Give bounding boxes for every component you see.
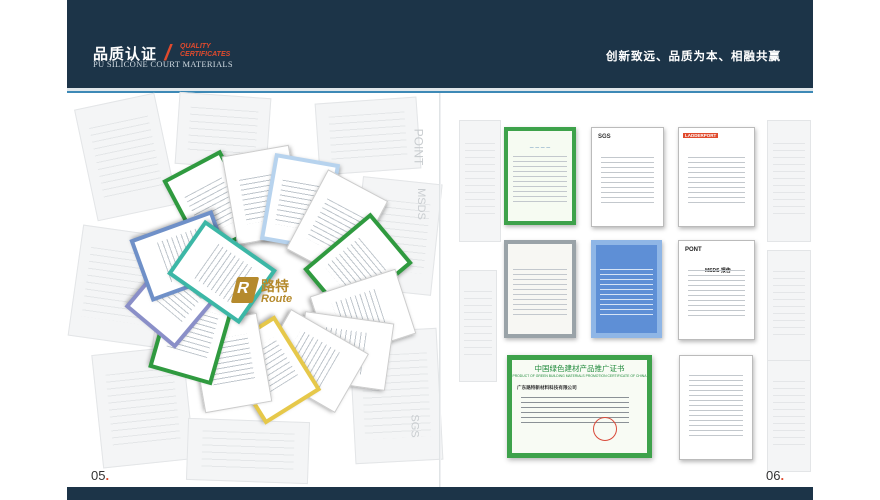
bg-certificate xyxy=(459,120,501,242)
bg-certificate xyxy=(459,270,497,382)
green-cert-company: 广东路特新材料科技有限公司 xyxy=(517,386,577,391)
title-en-line-1: QUALITY xyxy=(180,43,211,50)
sgs-report-card: SGS xyxy=(591,127,664,227)
footer-band xyxy=(67,487,813,500)
section-title-en: QUALITY CERTIFICATES xyxy=(180,43,240,59)
bg-certificate xyxy=(185,417,311,485)
bg-certificate xyxy=(767,250,811,362)
certificate-card-grey xyxy=(504,240,576,338)
bg-text-msds: MSDS xyxy=(414,188,427,220)
company-slogan: 创新致远、品质为本、相融共赢 xyxy=(606,49,781,63)
green-building-certificate: 中国绿色建材产品推广证书 PRODUCT OF GREEN BUILDING M… xyxy=(507,355,652,458)
route-logo: R 路特 Route xyxy=(230,275,308,305)
bg-text-point: POINT xyxy=(411,128,426,166)
section-subtitle-en: PU SILICONE COURT MATERIALS xyxy=(93,59,233,69)
bg-certificate xyxy=(767,120,811,242)
bg-text-sgs: SGS xyxy=(408,414,421,438)
brochure-spread: 品质认证 / QUALITY CERTIFICATES PU SILICONE … xyxy=(67,0,813,500)
page-number-left: 05. xyxy=(91,468,110,483)
ladderport-report-card: LADDERPORT xyxy=(678,127,755,227)
rohs-certificate-card xyxy=(591,240,662,338)
test-report-card xyxy=(679,355,753,460)
bg-certificate xyxy=(74,92,178,222)
page-gutter xyxy=(439,93,441,487)
bg-certificate xyxy=(767,360,811,472)
page-number-right: 06. xyxy=(766,468,785,483)
green-certificate-card: — — — — xyxy=(504,127,576,225)
header-band: 品质认证 / QUALITY CERTIFICATES PU SILICONE … xyxy=(67,0,813,88)
route-logo-en: Route xyxy=(261,293,293,305)
msds-report-card: PONT MSDS 报告 xyxy=(678,240,755,340)
red-seal xyxy=(593,417,617,441)
title-en-line-2: CERTIFICATES xyxy=(180,51,231,58)
route-logo-mark: R xyxy=(230,277,260,303)
green-cert-title-en: PRODUCT OF GREEN BUILDING MATERIALS PROM… xyxy=(512,374,647,378)
green-cert-title-cn: 中国绿色建材产品推广证书 xyxy=(534,364,625,373)
